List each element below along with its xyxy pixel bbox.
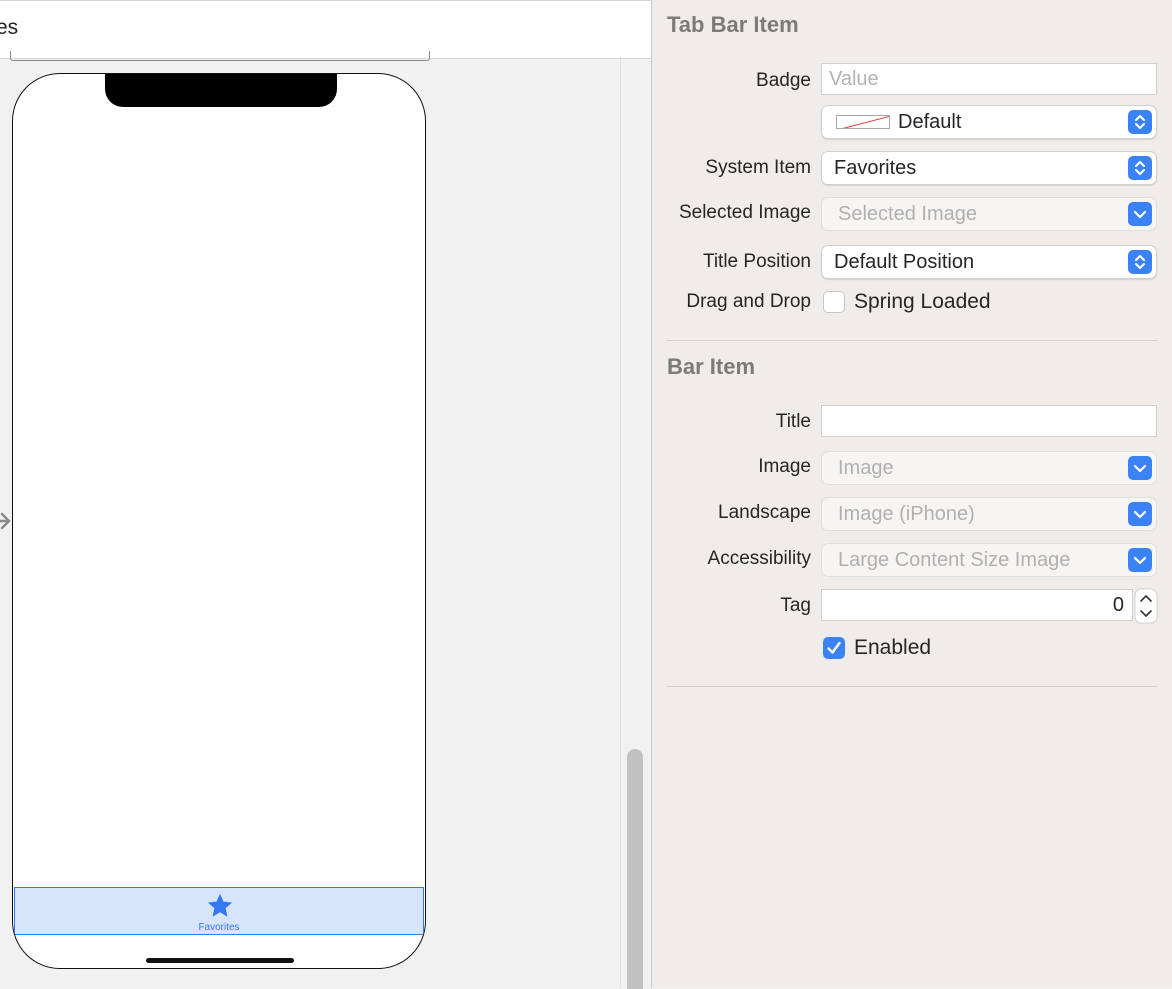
star-icon (207, 893, 233, 917)
selected-image-placeholder: Selected Image (838, 203, 977, 225)
arrow-right-icon (0, 512, 11, 530)
chevron-down-icon[interactable] (1128, 456, 1152, 480)
title-field[interactable] (821, 405, 1157, 437)
checkmark-icon (827, 641, 841, 654)
accessibility-image-combo[interactable]: Large Content Size Image (821, 543, 1157, 577)
storyboard-canvas[interactable]: es Favorites (0, 0, 651, 989)
tag-field[interactable]: 0 (821, 589, 1133, 621)
drag-and-drop-label: Drag and Drop (686, 291, 811, 312)
badge-color-popup[interactable]: Default (821, 105, 1157, 139)
chevron-down-icon[interactable] (1128, 548, 1152, 572)
canvas-scroll-track (620, 57, 621, 988)
selected-image-combo[interactable]: Selected Image (821, 197, 1157, 231)
badge-label: Badge (756, 70, 811, 91)
section-title-bar-item: Bar Item (667, 354, 756, 379)
accessibility-placeholder: Large Content Size Image (838, 549, 1071, 571)
up-down-chevron-icon[interactable] (1134, 588, 1158, 624)
title-position-popup[interactable]: Default Position (821, 245, 1157, 279)
scene-title: es (0, 16, 19, 39)
section-divider (667, 340, 1157, 341)
device-notch (105, 74, 337, 107)
tag-label: Tag (780, 595, 811, 616)
image-combo[interactable]: Image (821, 451, 1157, 485)
tab-bar[interactable]: Favorites (14, 887, 424, 935)
enabled-label[interactable]: Enabled (854, 636, 931, 660)
title-position-value: Default Position (834, 251, 975, 273)
title-label: Title (775, 411, 811, 432)
canvas-scrollbar-thumb[interactable] (627, 749, 643, 989)
no-color-swatch-icon (836, 115, 890, 129)
section-title-tab-bar-item: Tab Bar Item (667, 12, 799, 37)
section-divider (667, 686, 1157, 687)
landscape-label: Landscape (718, 502, 811, 523)
scene-header-bar: es (0, 0, 651, 61)
landscape-image-combo[interactable]: Image (iPhone) (821, 497, 1157, 531)
up-down-chevron-icon (1128, 156, 1152, 180)
badge-color-value: Default (898, 111, 962, 133)
chevron-down-icon[interactable] (1128, 502, 1152, 526)
system-item-value: Favorites (834, 157, 917, 179)
system-item-label: System Item (705, 157, 811, 178)
title-position-label: Title Position (702, 251, 811, 272)
image-label: Image (758, 456, 811, 477)
landscape-placeholder: Image (iPhone) (838, 503, 975, 525)
badge-field[interactable]: Value (821, 63, 1157, 95)
system-item-popup[interactable]: Favorites (821, 151, 1157, 185)
accessibility-label: Accessibility (707, 548, 811, 569)
enabled-checkbox[interactable] (823, 637, 845, 659)
attributes-inspector: Tab Bar Item Badge Value Default System … (652, 0, 1172, 988)
selected-image-label: Selected Image (678, 202, 811, 223)
home-indicator (146, 958, 294, 963)
up-down-chevron-icon (1128, 250, 1152, 274)
tab-bar-item-label: Favorites (198, 922, 240, 933)
iphone-device-frame[interactable]: Favorites (12, 73, 426, 969)
spring-loaded-label[interactable]: Spring Loaded (854, 290, 991, 314)
chevron-down-icon[interactable] (1128, 202, 1152, 226)
scene-title-field[interactable] (10, 51, 430, 61)
spring-loaded-checkbox[interactable] (823, 291, 845, 313)
image-placeholder: Image (838, 457, 894, 479)
up-down-chevron-icon (1128, 110, 1152, 134)
